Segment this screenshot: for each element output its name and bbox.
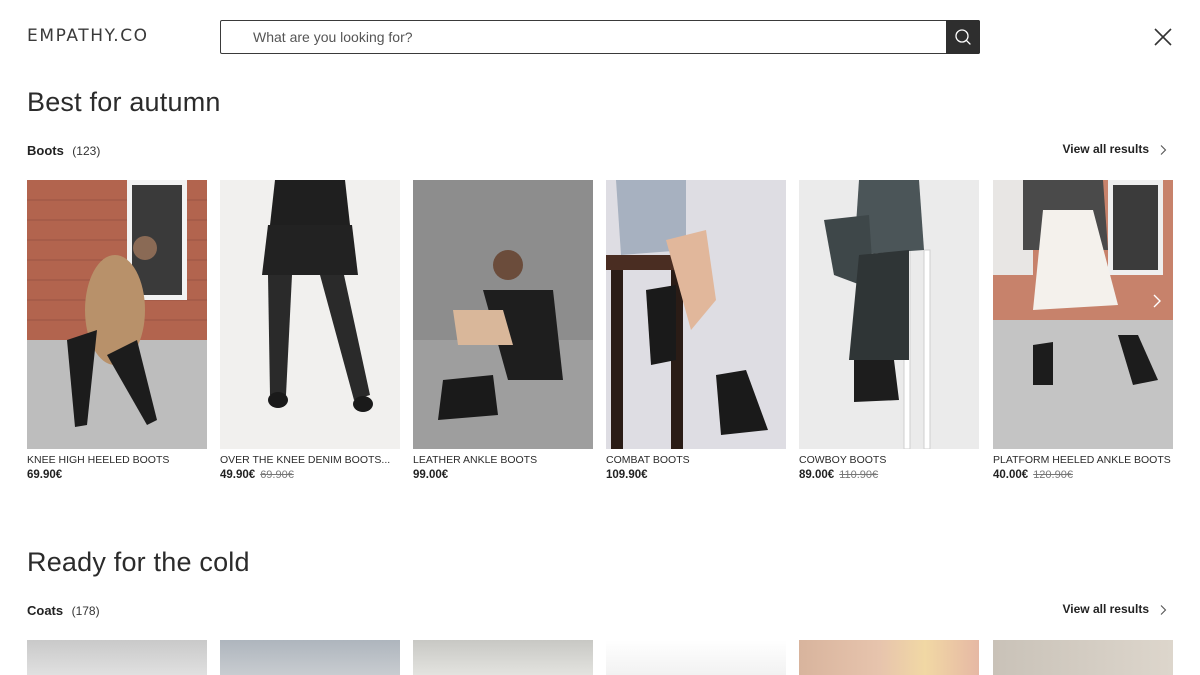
product-card[interactable]: LEATHER ANKLE BOOTS 99.00€ xyxy=(413,180,593,481)
product-name: LEATHER ANKLE BOOTS xyxy=(413,454,538,466)
chevron-right-icon xyxy=(1153,294,1161,308)
close-button[interactable] xyxy=(1150,24,1176,50)
category-count: (178) xyxy=(71,604,100,618)
search-bar xyxy=(220,20,980,54)
product-image xyxy=(993,180,1173,449)
product-carousel: KNEE HIGH HEELED BOOTS 69.90€ OVER THE K… xyxy=(27,180,1173,490)
category-row: Boots (123) View all results xyxy=(27,142,1167,162)
section-title: Best for autumn xyxy=(27,87,221,117)
category-row: Coats (178) View all results xyxy=(27,602,1167,622)
product-price: 99.00€ xyxy=(413,469,449,481)
chevron-right-icon xyxy=(1160,144,1167,155)
product-image xyxy=(799,180,979,449)
product-card[interactable]: COMBAT BOOTS 109.90€ xyxy=(606,180,786,481)
product-old-price: 69.90€ xyxy=(260,469,294,481)
carousel-next-button[interactable] xyxy=(1149,291,1165,311)
view-all-label: View all results xyxy=(1062,602,1150,616)
header: empathy.co xyxy=(0,0,1200,72)
product-old-price: 120.90€ xyxy=(1033,469,1073,481)
empathy-logo[interactable]: empathy.co xyxy=(27,26,149,46)
product-card[interactable]: OVER THE KNEE DENIM BOOTS... 49.90€ 69.90… xyxy=(220,180,400,481)
close-icon xyxy=(1154,28,1172,46)
search-icon xyxy=(955,29,971,45)
category-name: Boots xyxy=(27,143,64,158)
view-all-results-link[interactable]: View all results xyxy=(1063,602,1168,616)
product-card[interactable]: KNEE HIGH HEELED BOOTS 69.90€ xyxy=(27,180,207,481)
product-image[interactable] xyxy=(27,640,207,675)
view-all-label: View all results xyxy=(1062,142,1150,156)
product-card[interactable]: COWBOY BOOTS 89.00€ 110.90€ xyxy=(799,180,979,481)
product-price: 40.00€ 120.90€ xyxy=(993,469,1073,481)
view-all-results-link[interactable]: View all results xyxy=(1063,142,1168,156)
product-price: 69.90€ xyxy=(27,469,63,481)
product-name: PLATFORM HEELED ANKLE BOOTS xyxy=(993,454,1171,466)
section-title: Ready for the cold xyxy=(27,547,250,577)
product-image xyxy=(27,180,207,449)
product-image[interactable] xyxy=(606,640,786,675)
product-image[interactable] xyxy=(413,640,593,675)
category-count: (123) xyxy=(72,144,101,158)
product-image[interactable] xyxy=(799,640,979,675)
product-name: COMBAT BOOTS xyxy=(606,454,690,466)
product-carousel xyxy=(27,640,1173,675)
product-price: 109.90€ xyxy=(606,469,648,481)
product-name: KNEE HIGH HEELED BOOTS xyxy=(27,454,170,466)
product-image xyxy=(413,180,593,449)
search-input[interactable] xyxy=(221,21,946,53)
product-name: COWBOY BOOTS xyxy=(799,454,887,466)
product-image xyxy=(220,180,400,449)
product-image[interactable] xyxy=(220,640,400,675)
product-price: 49.90€ 69.90€ xyxy=(220,469,294,481)
category-name: Coats xyxy=(27,603,64,618)
search-button[interactable] xyxy=(946,20,980,54)
product-image xyxy=(606,180,786,449)
chevron-right-icon xyxy=(1160,604,1167,615)
product-price: 89.00€ 110.90€ xyxy=(799,469,879,481)
product-image[interactable] xyxy=(993,640,1173,675)
product-old-price: 110.90€ xyxy=(839,469,879,481)
product-card[interactable]: PLATFORM HEELED ANKLE BOOTS 40.00€ 120.90… xyxy=(993,180,1173,481)
product-name: OVER THE KNEE DENIM BOOTS... xyxy=(220,454,391,466)
